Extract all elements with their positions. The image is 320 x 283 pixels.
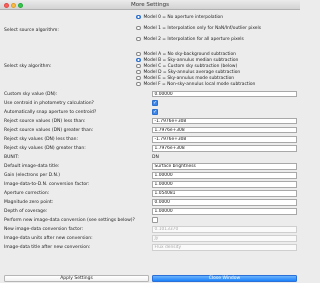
setting-checkbox[interactable]: ✓ — [152, 108, 158, 115]
setting-label: Use centroid in photometry calculation? — [4, 100, 94, 106]
setting-label: Gain (electrons per D.N.) — [4, 172, 61, 178]
settings-window: More Settings Select source algorithm: M… — [0, 0, 300, 283]
source-algorithm-option[interactable]: Model 0 = No aperture interpolation — [136, 14, 223, 20]
sky-algorithm-label: Select sky algorithm: — [4, 64, 52, 69]
sky-algorithm-option-label: Model F = Non-sky-annulus local mode sub… — [143, 81, 256, 87]
setting-label: Image-data title after new conversion: — [4, 245, 91, 251]
setting-label: Perform new image-data conversion (see s… — [4, 218, 135, 224]
setting-row: Image-data-to-D.N. conversion factor: 1.0… — [0, 181, 300, 189]
setting-row: Magnitude zero point: 0.0000 — [0, 199, 300, 207]
setting-label: Reject source values (DN) less than: — [4, 118, 86, 124]
window-title: More Settings — [131, 2, 169, 8]
setting-checkbox[interactable] — [152, 217, 158, 224]
sky-algorithm-option-label: Model D = Sky-annulus average subtractio… — [143, 69, 241, 75]
setting-row: BUNIT: DN — [0, 153, 300, 161]
setting-row: Automatically snap aperture to centroid?… — [0, 108, 300, 116]
setting-input[interactable]: Jy — [152, 235, 297, 243]
title-bar: More Settings — [0, 0, 300, 10]
setting-value-text: DN — [152, 154, 159, 160]
setting-label: Magnitude zero point: — [4, 200, 54, 206]
setting-label: Image-data-to-D.N. conversion factor: — [4, 182, 90, 187]
setting-label: Reject source values (DN) greater than: — [4, 127, 94, 133]
setting-row: Gain (electrons per D.N.) 1.00000 — [0, 171, 300, 179]
setting-label: Automatically snap aperture to centroid? — [4, 109, 97, 115]
source-algorithm-option-label: Model 0 = No aperture interpolation — [143, 14, 224, 20]
radio-button[interactable] — [136, 63, 141, 69]
setting-label: Aperture correction: — [4, 191, 50, 197]
radio-button[interactable] — [136, 75, 141, 81]
setting-label: Reject sky values (DN) less than: — [4, 136, 78, 142]
setting-input[interactable]: 0.0000 — [152, 199, 297, 206]
radio-button[interactable] — [136, 36, 141, 42]
setting-input[interactable]: -1.7976e+308 — [152, 135, 297, 143]
setting-label: New image-data conversion factor: — [4, 227, 84, 233]
sky-algorithm-option[interactable]: Model F = Non-sky-annulus local mode sub… — [136, 81, 255, 87]
setting-row: Default image-data title: Surface brightn… — [0, 162, 300, 170]
setting-input[interactable]: 1.7976e+308 — [152, 144, 297, 152]
setting-input[interactable]: -1.7976e+308 — [152, 117, 297, 125]
radio-button[interactable] — [136, 25, 141, 31]
setting-row: Reject sky values (DN) greater than: 1.79… — [0, 144, 300, 152]
setting-input[interactable]: 1.00000 — [152, 171, 297, 179]
setting-row: Aperture correction: 1.054081 — [0, 190, 300, 198]
setting-row: Reject source values (DN) less than: -1.7… — [0, 117, 300, 125]
setting-label: BUNIT: — [4, 154, 19, 160]
source-algorithm-option[interactable]: Model 2 = Interpolation for all aperture… — [136, 36, 244, 42]
sky-algorithm-option-label: Model E = Sky-annulus mode subtraction — [143, 75, 235, 81]
setting-row: Image-data title after new conversion: Fl… — [0, 244, 300, 252]
setting-input[interactable]: 1.00000 — [152, 181, 297, 188]
setting-input[interactable]: 1.054081 — [152, 190, 297, 197]
setting-input[interactable]: 1.7976e+308 — [152, 126, 297, 134]
radio-button[interactable] — [136, 14, 141, 20]
setting-input[interactable]: 0.1013370 — [152, 226, 297, 234]
setting-label: Custom sky value (DN): — [4, 91, 58, 97]
setting-label: Reject sky values (DN) greater than: — [4, 145, 86, 151]
setting-input[interactable]: Flux density — [152, 244, 297, 252]
sky-algorithm-option-label: Model C = Custom sky subtraction (below) — [143, 63, 238, 69]
sky-algorithm-option-label: Model A = No sky-background subtraction — [143, 51, 236, 57]
source-algorithm-option-label: Model 1 = Interpolation only for NaN/Inf… — [143, 25, 262, 31]
setting-row: Use centroid in photometry calculation? ✓ — [0, 99, 300, 107]
setting-row: Reject source values (DN) greater than: 1… — [0, 126, 300, 134]
source-algorithm-label: Select source algorithm: — [4, 28, 59, 33]
setting-label: Default image-data title: — [4, 163, 60, 169]
apply-settings-button[interactable]: Apply Settings — [4, 275, 149, 282]
close-window-button[interactable]: Close Window — [152, 275, 297, 282]
radio-button[interactable] — [136, 81, 141, 87]
setting-label: Image-data units after new conversion: — [4, 236, 93, 242]
setting-checkbox[interactable]: ✓ — [152, 99, 158, 106]
setting-label: Depth of coverage: — [4, 209, 48, 215]
setting-row: Depth of coverage: 1.00000 — [0, 208, 300, 216]
setting-input[interactable]: Surface brightness — [152, 162, 297, 170]
radio-button[interactable] — [136, 69, 141, 75]
setting-input[interactable]: 0.00000 — [152, 90, 297, 98]
setting-row: Custom sky value (DN): 0.00000 — [0, 90, 300, 98]
radio-button[interactable] — [136, 51, 141, 57]
setting-row: Reject sky values (DN) less than: -1.7976… — [0, 135, 300, 143]
sky-algorithm-option-label: Model B = Sky-annulus median subtraction — [143, 57, 239, 63]
radio-button[interactable] — [136, 57, 141, 63]
setting-row: New image-data conversion factor: 0.10133… — [0, 226, 300, 234]
source-algorithm-option[interactable]: Model 1 = Interpolation only for NaN/Inf… — [136, 25, 261, 31]
setting-input[interactable]: 1.00000 — [152, 208, 297, 215]
setting-row: Perform new image-data conversion (see s… — [0, 217, 300, 225]
setting-row: Image-data units after new conversion: Jy — [0, 235, 300, 243]
source-algorithm-option-label: Model 2 = Interpolation for all aperture… — [143, 36, 244, 42]
